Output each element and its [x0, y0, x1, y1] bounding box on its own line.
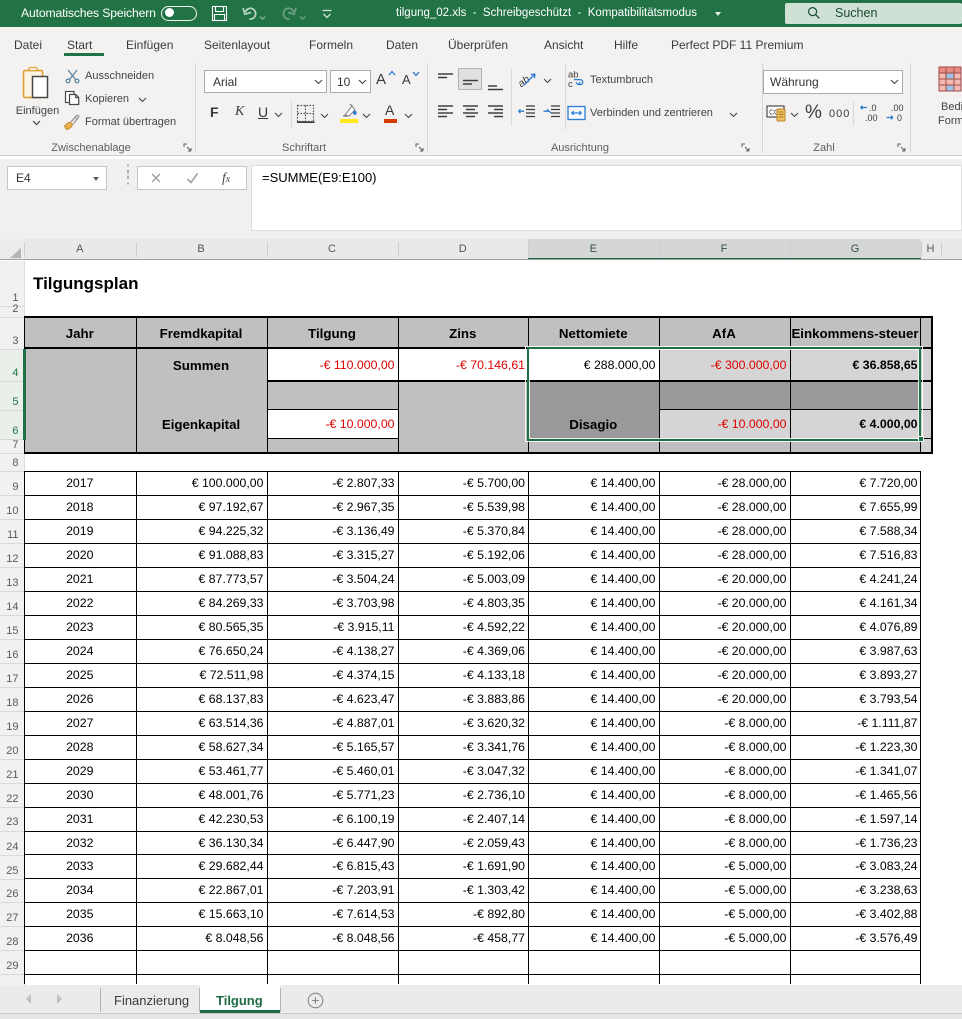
svg-text:.00: .00 — [891, 103, 904, 113]
svg-text:ab: ab — [518, 73, 532, 89]
svg-text:c: c — [568, 79, 573, 89]
svg-text:0: 0 — [897, 113, 902, 123]
svg-text:.00: .00 — [865, 113, 878, 123]
svg-text:.0: .0 — [869, 103, 877, 113]
